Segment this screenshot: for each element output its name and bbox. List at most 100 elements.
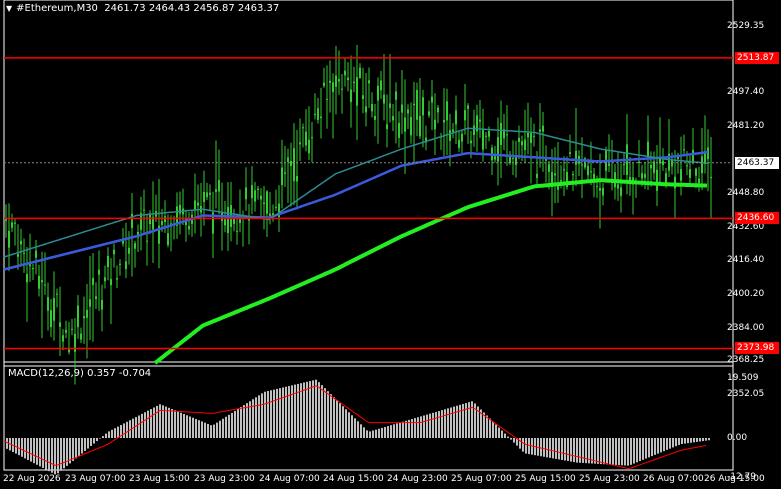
macd-bar [333,397,335,438]
macd-bar [318,382,320,438]
candle-body [314,113,316,116]
macd-bar [609,438,611,465]
candle-body [143,209,145,211]
current-price-tag: 2463.37 [735,156,779,169]
macd-bar [567,438,569,462]
candle-body [287,157,289,162]
macd-bar [156,405,158,438]
candle-body [335,75,337,87]
candle-body [377,85,379,101]
candle-body [470,140,472,144]
macd-bar [204,422,206,438]
chart-header[interactable]: ▼ #Ethereum,M30 2461.73 2464.43 2456.87 2… [6,3,279,14]
macd-bar [234,410,236,438]
macd-bar [630,438,632,465]
macd-bar [420,416,422,438]
candle-body [362,95,364,99]
candle-body [599,187,601,191]
macd-bar [513,438,515,443]
macd-bar [444,409,446,438]
macd-bar [231,412,233,438]
time-tick: 23 Aug 15:00 [129,474,190,484]
dropdown-arrow-icon[interactable]: ▼ [6,4,12,13]
candle-body [92,278,94,285]
candle-body [473,125,475,136]
macd-bar [705,438,707,441]
candle-body [269,213,271,216]
time-tick: 25 Aug 07:00 [451,474,512,484]
candle-body [371,103,373,112]
candle-body [401,104,403,113]
candle-body [419,116,421,137]
macd-bar [603,438,605,465]
macd-bar [48,438,50,472]
macd-bar [354,418,356,438]
macd-bar [399,422,401,438]
macd-bar [240,407,242,438]
time-tick: 26 Aug 07:00 [643,474,704,484]
candle-body [290,160,292,167]
macd-bar [141,413,143,438]
macd-bar [612,438,614,465]
chart-canvas[interactable] [0,0,781,489]
macd-bar [63,438,65,469]
macd-bar [543,438,545,457]
candle-body [23,252,25,254]
macd-bar [93,438,95,444]
macd-bar [261,393,263,438]
macd-bar [213,424,215,438]
macd-bar [153,407,155,438]
candle-body [299,142,301,145]
candle-body [524,139,526,151]
macd-bar [582,438,584,463]
candle-body [341,88,343,90]
candle-body [179,204,181,214]
macd-bar [519,438,521,449]
macd-bar [276,388,278,438]
time-tick: 24 Aug 23:00 [387,474,448,484]
macd-bar [306,381,308,438]
macd-bar [465,403,467,438]
time-tick: 22 Aug 2026 [3,474,61,484]
macd-bar [678,438,680,445]
candle-body [107,255,109,268]
candle-body [500,123,502,146]
macd-bar [405,420,407,438]
macd-bar [342,406,344,438]
macd-bar [351,415,353,438]
macd-bar [606,438,608,465]
time-tick: 23 Aug 07:00 [65,474,126,484]
price-tick: 2368.25 [727,355,765,366]
candle-body [89,299,91,307]
macd-histogram [3,379,710,475]
candle-body [446,101,448,121]
macd-bar [252,399,254,438]
moving-averages [3,127,709,365]
candle-body [26,274,28,283]
candle-body [458,139,460,148]
candle-body [236,230,238,232]
candle-body [407,109,409,114]
candle-body [542,125,544,132]
level-tag: 2373.98 [735,342,779,355]
candle-body [350,89,352,103]
macd-bar [570,438,572,462]
macd-bar [105,433,107,438]
candle-body [617,184,619,189]
candle-body [5,219,7,221]
macd-bar [126,421,128,438]
candle-body [302,127,304,129]
candle-body [596,185,598,187]
macd-bar [339,403,341,438]
candle-body [539,129,541,132]
macd-bar [396,423,398,438]
candle-body [533,135,535,137]
candle-body [374,115,376,120]
candle-body [44,284,46,286]
candle-body [80,333,82,340]
price-tick: 2400.20 [727,288,765,299]
candles [5,44,712,385]
macd-bar [648,438,650,458]
price-tick: 2416.40 [727,255,765,266]
macd-bar [450,407,452,438]
